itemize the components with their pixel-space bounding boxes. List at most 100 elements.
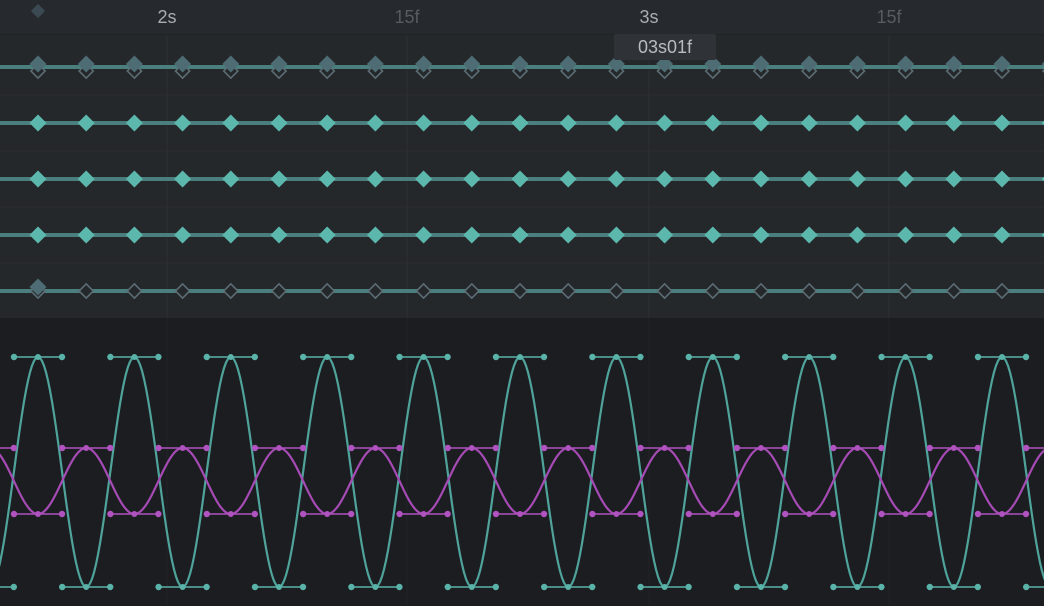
magenta-handle-point: [782, 510, 789, 518]
teal-key-point: [517, 354, 523, 360]
teal-handle-point: [1022, 583, 1030, 591]
magenta-handle-point: [348, 444, 355, 452]
keyframe-icon: [270, 226, 288, 244]
keyframe-icon: [704, 170, 722, 188]
dopesheet-tracks[interactable]: [0, 35, 1044, 318]
teal-key-point: [324, 354, 331, 360]
teal-handle-point: [155, 583, 162, 591]
teal-handle-point: [733, 353, 740, 361]
magenta-handle-point: [444, 444, 451, 452]
keyframe-icon: [656, 114, 674, 132]
teal-handle-point: [830, 353, 837, 361]
magenta-handle-point: [10, 510, 18, 518]
magenta-key-point: [950, 445, 957, 451]
magenta-handle-point: [637, 510, 644, 518]
teal-handle-point: [107, 583, 114, 591]
keyframe-icon: [125, 170, 143, 188]
graph-curves[interactable]: [0, 318, 1044, 606]
magenta-handle-point: [107, 444, 114, 452]
teal-handle-point: [733, 583, 741, 591]
keyframe-icon: [897, 226, 915, 244]
teal-handle-point: [396, 353, 403, 361]
keyframe-icon: [222, 114, 240, 132]
magenta-handle-point: [203, 444, 210, 452]
teal-handle-point: [974, 583, 981, 591]
keyframe-hollow-icon: [415, 282, 432, 300]
teal-handle-point: [396, 583, 403, 591]
keyframe-icon: [559, 114, 577, 132]
ruler-label-3s: 3s: [639, 7, 659, 27]
magenta-handle-point: [1022, 444, 1030, 452]
keyframe-icon: [415, 170, 433, 188]
keyframe-icon: [607, 114, 625, 132]
dopesheet-panel[interactable]: [0, 35, 1044, 318]
keyframe-icon: [897, 114, 915, 132]
teal-handle-point: [781, 583, 789, 591]
keyframe-icon: [463, 114, 481, 132]
magenta-handle-point: [685, 444, 692, 452]
keyframe-icon: [656, 226, 674, 244]
teal-handle-point: [782, 353, 789, 361]
keyframe-icon: [656, 170, 674, 188]
magenta-key-point: [227, 511, 234, 517]
magenta-handle-point: [540, 510, 548, 518]
keyframe-icon: [848, 170, 866, 188]
teal-handle-point: [926, 353, 933, 361]
teal-handle-point: [492, 583, 499, 591]
keyframe-icon: [222, 170, 240, 188]
keyframe-icon: [366, 114, 384, 132]
keyframe-hollow-icon: [993, 282, 1011, 300]
keyframe-icon: [463, 226, 481, 244]
keyframe-hollow-icon: [463, 282, 481, 300]
magenta-key-point: [35, 511, 41, 517]
keyframe-icon: [125, 226, 143, 244]
keyframe-hollow-icon: [704, 282, 722, 300]
keyframe-icon: [511, 170, 529, 188]
teal-key-point: [35, 354, 41, 360]
keyframe-icon: [607, 170, 625, 188]
teal-handle-point: [589, 583, 596, 591]
keyframe-icon: [800, 226, 818, 244]
keyframe-icon: [993, 170, 1011, 188]
teal-handle-point: [541, 583, 548, 591]
magenta-key-point: [758, 445, 764, 451]
magenta-handle-point: [974, 444, 981, 452]
teal-handle-point: [492, 353, 500, 361]
teal-handle-point: [830, 583, 837, 591]
magenta-handle-point: [155, 444, 162, 452]
keyframe-icon: [366, 170, 384, 188]
magenta-handle-point: [251, 444, 259, 452]
keyframe-icon: [993, 226, 1011, 244]
magenta-key-point: [565, 445, 572, 451]
graph-editor[interactable]: [0, 318, 1044, 606]
magenta-handle-point: [251, 510, 258, 518]
teal-key-point: [613, 354, 620, 360]
keyframe-icon: [945, 114, 963, 132]
teal-handle-point: [444, 583, 451, 591]
keyframe-icon: [318, 170, 336, 188]
keyframe-icon: [559, 170, 577, 188]
magenta-handle-point: [878, 444, 885, 452]
keyframe-icon: [174, 170, 192, 188]
magenta-handle-point: [541, 444, 548, 452]
magenta-handle-point: [107, 510, 114, 518]
keyframe-icon: [125, 114, 143, 132]
teal-handle-point: [58, 353, 66, 361]
ruler-label-15f: 15f: [394, 7, 420, 27]
teal-key-point: [902, 354, 909, 360]
keyframe-icon: [800, 114, 818, 132]
timeline-ruler[interactable]: 2s 15f 3s 15f: [0, 0, 1044, 35]
playhead-time-label[interactable]: 03s01f: [614, 34, 716, 60]
ruler-key-marker-icon: [30, 3, 46, 19]
keyframe-hollow-icon: [270, 282, 288, 300]
keyframe-hollow-icon: [222, 282, 240, 300]
teal-handle-point: [251, 353, 258, 361]
keyframe-icon: [77, 170, 95, 188]
keyframe-icon: [897, 170, 915, 188]
keyframe-icon: [704, 114, 722, 132]
teal-key-point: [758, 584, 764, 590]
magenta-key-point: [83, 445, 90, 451]
teal-handle-point: [926, 583, 933, 591]
magenta-key-point: [999, 511, 1005, 517]
teal-handle-point: [540, 353, 548, 361]
